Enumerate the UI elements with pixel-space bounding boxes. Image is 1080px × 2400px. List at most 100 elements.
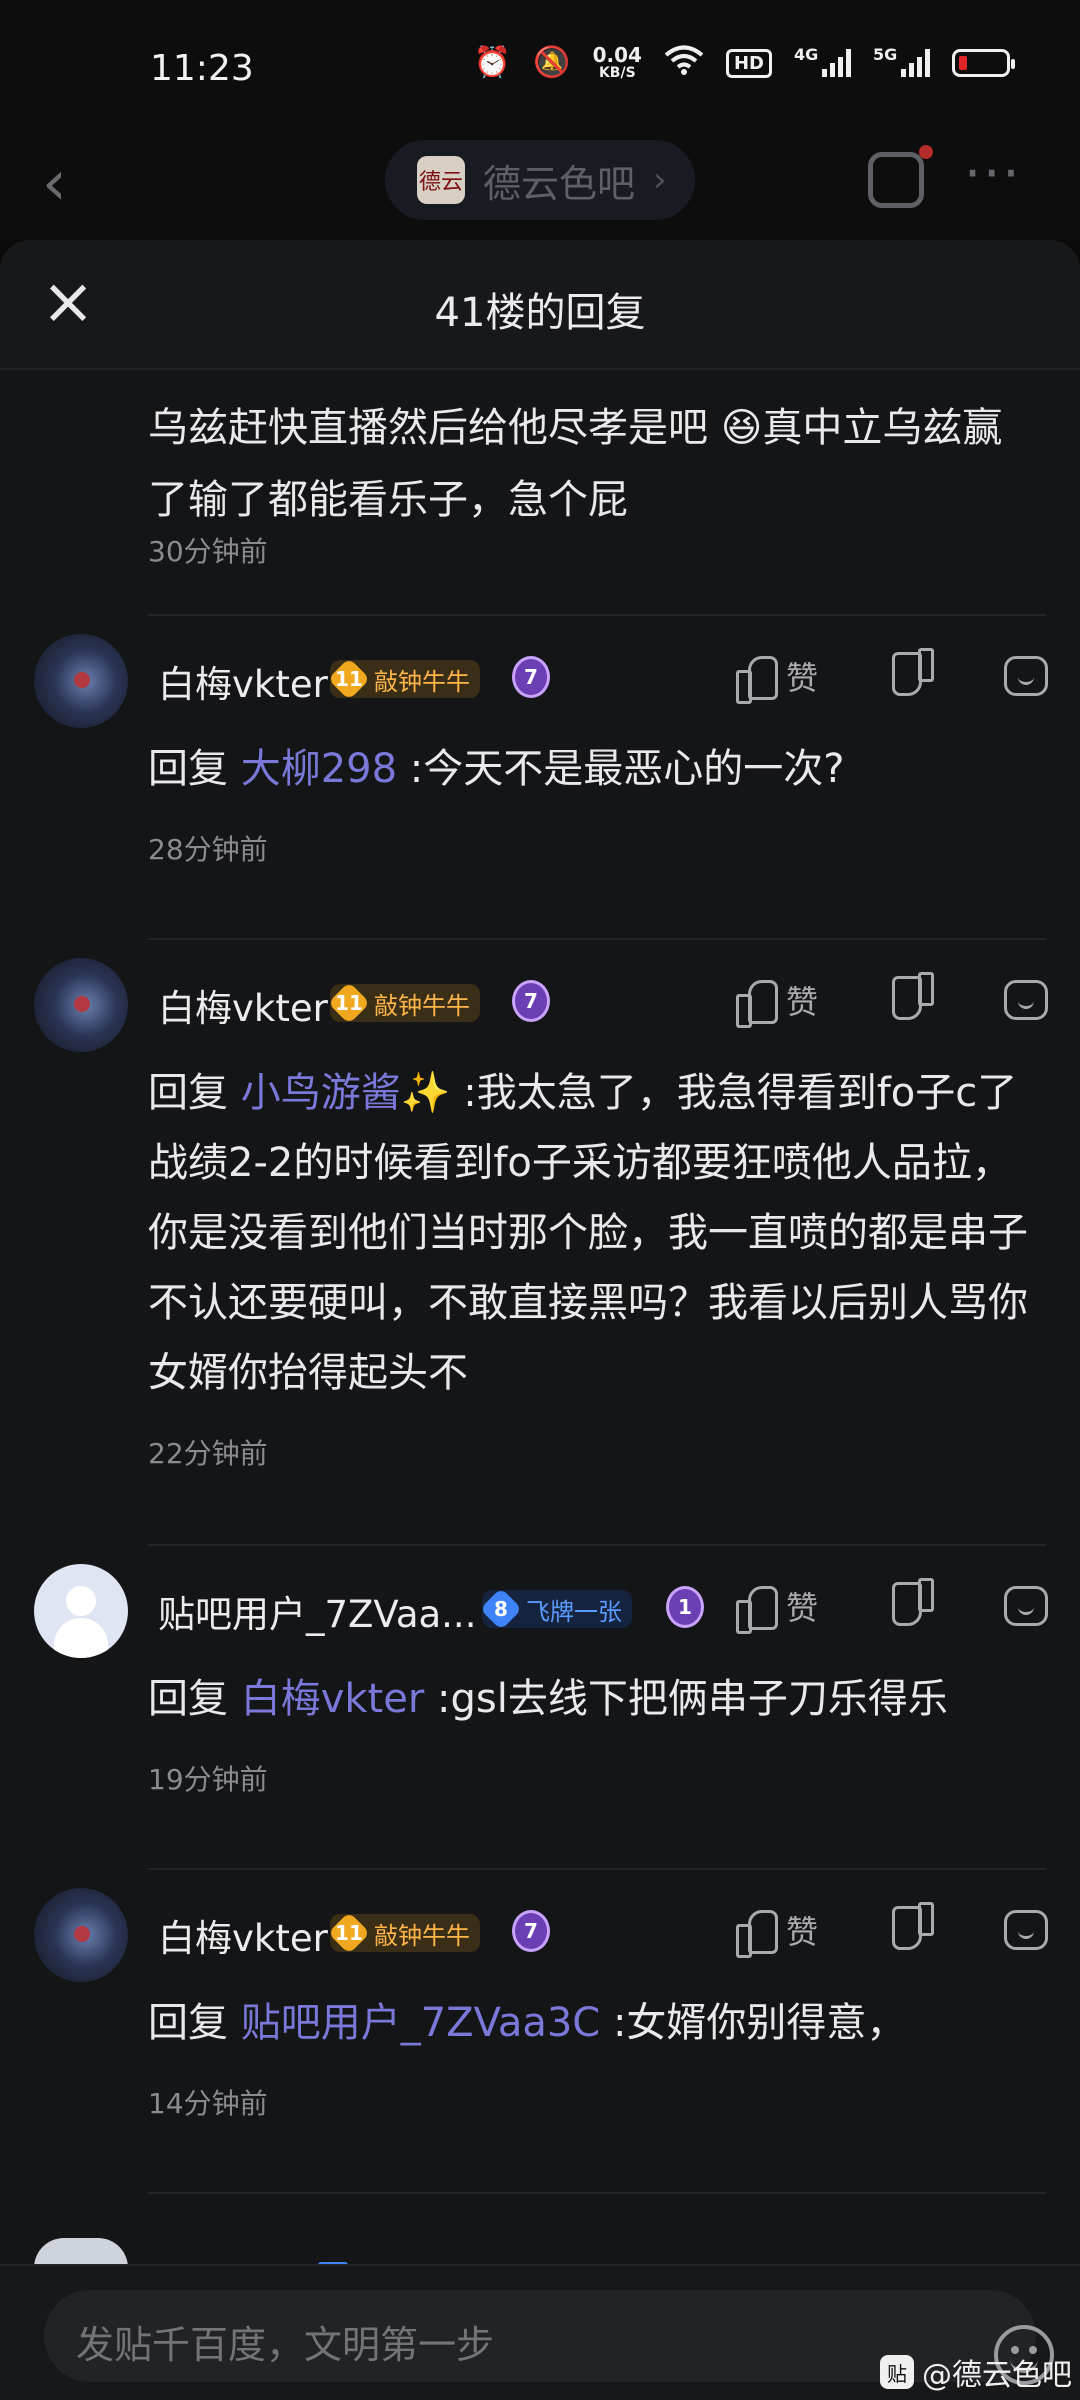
comment-time: 22分钟前	[148, 1437, 268, 1470]
sheet-title: 41楼的回复	[434, 290, 646, 336]
medal-icon: 7	[512, 980, 550, 1022]
username[interactable]: 白梅vkter	[158, 654, 328, 708]
thumb-down-icon[interactable]	[894, 654, 934, 698]
like-button[interactable]: 赞	[736, 1907, 819, 1958]
username[interactable]: 白梅vkter	[158, 978, 328, 1032]
medal-icon: 7	[512, 656, 550, 698]
comment-body: :我太急了，我急得看到fo子c了战绩2-2的时候看到fo子采访都要狂喷他人品拉，…	[148, 1070, 1028, 1396]
divider	[148, 614, 1046, 616]
medal-icon: 1	[666, 1586, 704, 1628]
comment-actions: 赞	[736, 1576, 1049, 1636]
status-bar: 11:23 ⏰ 🔕 0.04 KB/S HD 4G 5G	[0, 0, 1080, 130]
forum-logo: 德云	[417, 156, 465, 204]
like-button[interactable]: 赞	[736, 1583, 819, 1634]
edit-icon[interactable]	[868, 145, 933, 208]
like-label: 赞	[786, 1589, 819, 1627]
status-time: 11:23	[150, 48, 254, 89]
reply-sheet: × 41楼的回复 乌兹赶快直播然后给他尽孝是吧 😆真中立乌兹赢了输了都能看乐子，…	[0, 240, 1080, 2400]
reply-icon[interactable]	[1004, 1586, 1049, 1626]
status-icons: ⏰ 🔕 0.04 KB/S HD 4G 5G	[473, 44, 1015, 82]
badge-title: 飞牌一张	[526, 1597, 622, 1626]
mention-link[interactable]: 大柳298	[241, 746, 397, 792]
more-icon[interactable]: ···	[964, 142, 1022, 205]
divider	[148, 1868, 1046, 1870]
comment-body: :今天不是最恶心的一次?	[409, 746, 845, 792]
forum-name: 德云色吧	[483, 161, 636, 206]
thumb-down-icon[interactable]	[894, 978, 934, 1022]
like-label: 赞	[786, 983, 819, 1021]
avatar[interactable]	[34, 634, 128, 728]
forum-pill[interactable]: 德云 德云色吧 ›	[385, 140, 695, 220]
level-number: 11	[335, 667, 363, 691]
reply-prefix: 回复	[148, 1676, 228, 1722]
wifi-icon	[664, 44, 704, 82]
comment-text: 回复 贴吧用户_7ZVaa3C :女婿你别得意，	[148, 1988, 1038, 2058]
like-label: 赞	[786, 1913, 819, 1951]
reply-icon[interactable]	[1004, 1910, 1049, 1950]
tieba-logo-icon: 贴	[880, 2355, 914, 2389]
mute-icon: 🔕	[533, 45, 571, 80]
level-number: 8	[494, 1596, 508, 1621]
comment-body: :gsl去线下把俩串子刀乐得乐	[437, 1676, 948, 1722]
level-badge: 11 敲钟牛牛	[327, 1911, 480, 1955]
comment-actions: 赞	[736, 1900, 1049, 1960]
reply-prefix: 回复	[148, 746, 228, 792]
level-number: 11	[335, 1921, 363, 1945]
hd-voice-icon: HD	[725, 48, 772, 78]
comment-time: 28分钟前	[148, 833, 268, 866]
divider	[148, 1544, 1046, 1546]
username[interactable]: 贴吧用户_7ZVaa...	[158, 1584, 476, 1638]
comment-text: 回复 白梅vkter :gsl去线下把俩串子刀乐得乐	[148, 1664, 1038, 1734]
comment-actions: 赞	[736, 970, 1049, 1030]
thumb-up-icon	[736, 1908, 778, 1958]
thumb-down-icon[interactable]	[894, 1584, 934, 1628]
like-label: 赞	[786, 659, 819, 697]
watermark-text: @德云色吧	[922, 2358, 1072, 2393]
divider	[148, 2192, 1046, 2194]
avatar[interactable]	[34, 1888, 128, 1982]
thumb-up-icon	[736, 978, 778, 1028]
chevron-right-icon: ›	[653, 160, 667, 200]
signal-icon: 5G	[873, 45, 930, 77]
reply-icon[interactable]	[1004, 980, 1049, 1020]
net-speed-unit: KB/S	[598, 65, 636, 81]
mention-link[interactable]: 贴吧用户_7ZVaa3C	[241, 2000, 601, 2046]
avatar[interactable]	[34, 958, 128, 1052]
comment-time: 19分钟前	[148, 1763, 268, 1796]
badge-title: 敲钟牛牛	[374, 991, 470, 1020]
comment-actions: 赞	[736, 646, 1049, 706]
notification-dot	[919, 145, 933, 159]
divider	[148, 938, 1046, 940]
mention-link[interactable]: 小鸟游酱✨	[241, 1070, 451, 1116]
mention-link[interactable]: 白梅vkter	[241, 1676, 425, 1722]
username[interactable]: 白梅vkter	[158, 1908, 328, 1962]
battery-icon	[952, 49, 1015, 77]
thumb-down-icon[interactable]	[894, 1908, 934, 1952]
level-badge: 11 敲钟牛牛	[327, 657, 480, 701]
signal-icon: 4G	[794, 45, 851, 77]
reply-text: 乌兹赶快直播然后给他尽孝是吧 😆真中立乌兹赢了输了都能看乐子，急个屁	[148, 405, 1003, 523]
thumb-up-icon	[736, 1584, 778, 1634]
comment-body: :女婿你别得意，	[612, 2000, 907, 2046]
net-speed-value: 0.04	[592, 43, 642, 67]
avatar[interactable]	[34, 1564, 128, 1658]
back-icon[interactable]: ‹	[42, 152, 67, 214]
like-button[interactable]: 赞	[736, 653, 819, 704]
comment-text: 回复 小鸟游酱✨ :我太急了，我急得看到fo子c了战绩2-2的时候看到fo子采访…	[148, 1058, 1038, 1408]
badge-title: 敲钟牛牛	[374, 1921, 470, 1950]
reply-prefix: 回复	[148, 2000, 228, 2046]
watermark: 贴 @德云色吧	[880, 2350, 1072, 2394]
like-button[interactable]: 赞	[736, 977, 819, 1028]
signal-type-label: 5G	[873, 45, 898, 64]
alarm-icon: ⏰	[473, 45, 512, 80]
signal-type-label: 4G	[794, 45, 819, 64]
comment-input-placeholder: 发贴千百度，文明第一步	[76, 2323, 495, 2367]
medal-icon: 7	[512, 1910, 550, 1952]
thumb-up-icon	[736, 654, 778, 704]
comment-time: 14分钟前	[148, 2087, 268, 2120]
sheet-header: × 41楼的回复	[0, 240, 1080, 370]
reply-prefix: 回复	[148, 1070, 228, 1116]
reply-icon[interactable]	[1004, 656, 1049, 696]
net-speed: 0.04 KB/S	[593, 45, 642, 81]
level-badge: 11 敲钟牛牛	[327, 981, 480, 1025]
